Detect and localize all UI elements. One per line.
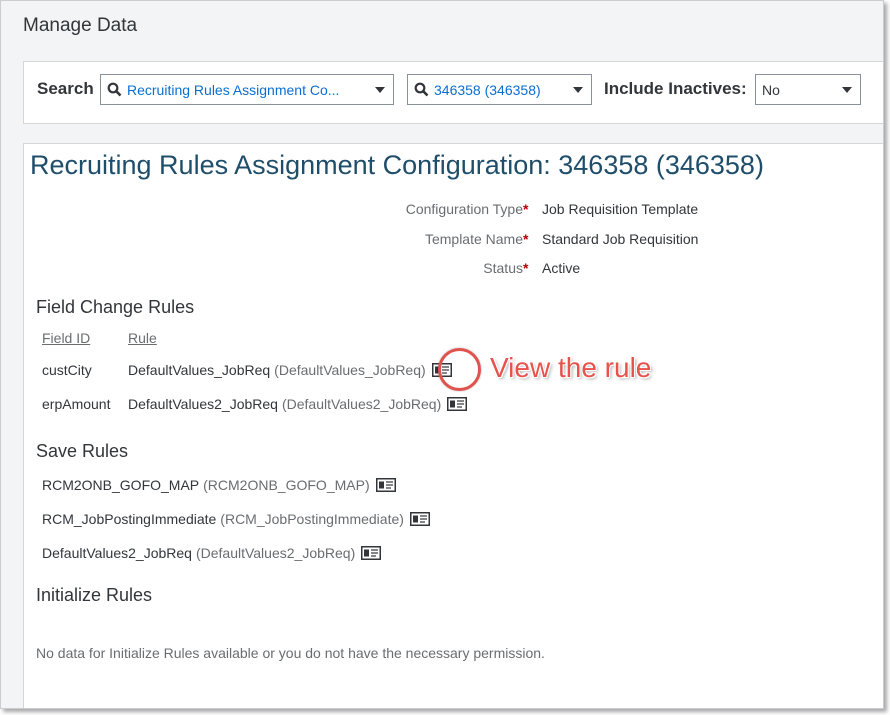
template-name-row: Template Name * Standard Job Requisition — [24, 231, 883, 253]
required-marker: * — [523, 231, 529, 247]
rule-name: DefaultValues2_JobReq — [42, 545, 192, 561]
save-rules-title: Save Rules — [36, 441, 129, 461]
rule-name: RCM_JobPostingImmediate — [42, 511, 217, 527]
search-label: Search — [37, 79, 94, 98]
field-id-cell: custCity — [42, 362, 92, 378]
field-change-rules-title: Field Change Rules — [36, 297, 195, 317]
template-name-value: Standard Job Requisition — [542, 231, 699, 247]
detail-card: Recruiting Rules Assignment Configuratio… — [23, 143, 883, 708]
object-search-value: Recruiting Rules Assignment Co... — [127, 81, 340, 98]
required-marker: * — [523, 260, 529, 276]
window-frame: Manage Data Search Recruiting Rules Assi… — [0, 0, 884, 709]
annotation-circle — [438, 348, 481, 391]
status-row: Status * Active — [24, 260, 883, 282]
rule-id: (DefaultValues2_JobReq) — [281, 396, 442, 412]
rule-name: RCM2ONB_GOFO_MAP — [42, 477, 200, 493]
config-type-row: Configuration Type * Job Requisition Tem… — [24, 201, 883, 223]
annotation-text: View the rule — [490, 352, 652, 383]
business-card-icon[interactable] — [361, 546, 382, 560]
object-search-combobox[interactable]: Recruiting Rules Assignment Co... — [100, 74, 394, 105]
record-search-combobox[interactable]: 346358 (346358) — [407, 74, 592, 105]
rule-name: DefaultValues_JobReq — [128, 362, 271, 378]
save-rule-item: DefaultValues2_JobReq (DefaultValues2_Jo… — [42, 542, 382, 564]
field-id-cell: erpAmount — [42, 396, 111, 412]
field-rule-cell: DefaultValues2_JobReq (DefaultValues2_Jo… — [128, 393, 468, 415]
include-inactives-label: Include Inactives: — [604, 79, 747, 98]
config-type-value: Job Requisition Template — [542, 201, 699, 217]
status-label: Status — [483, 260, 523, 276]
template-name-label: Template Name — [424, 231, 523, 247]
business-card-icon[interactable] — [409, 512, 430, 526]
business-card-icon[interactable] — [447, 397, 468, 411]
search-panel: Search Recruiting Rules Assignment Co...… — [23, 61, 883, 124]
rule-id: (DefaultValues2_JobReq) — [195, 545, 356, 561]
page-title: Recruiting Rules Assignment Configuratio… — [30, 150, 764, 180]
rule-id: (RCM2ONB_GOFO_MAP) — [203, 477, 370, 493]
field-rule-cell: DefaultValues_JobReq (DefaultValues_JobR… — [128, 359, 452, 381]
initialize-rules-title: Initialize Rules — [36, 585, 153, 605]
triangle-down-icon[interactable] — [565, 86, 591, 93]
rule-id: (RCM_JobPostingImmediate) — [220, 511, 404, 527]
rule-name: DefaultValues2_JobReq — [128, 396, 278, 412]
column-header-rule[interactable]: Rule — [128, 330, 157, 346]
include-inactives-value: No — [762, 81, 780, 98]
rule-id: (DefaultValues_JobReq) — [274, 362, 426, 378]
triangle-down-icon[interactable] — [834, 86, 860, 93]
app-title: Manage Data — [23, 15, 138, 36]
magnifier-icon — [101, 82, 127, 97]
business-card-icon[interactable] — [375, 478, 396, 492]
triangle-down-icon[interactable] — [367, 86, 393, 93]
column-header-field-id[interactable]: Field ID — [42, 330, 90, 346]
save-rule-item: RCM_JobPostingImmediate (RCM_JobPostingI… — [42, 508, 430, 530]
record-search-value: 346358 (346358) — [434, 81, 541, 98]
status-value: Active — [542, 260, 581, 276]
include-inactives-select[interactable]: No — [755, 74, 861, 105]
required-marker: * — [523, 201, 529, 217]
config-type-label: Configuration Type — [405, 201, 523, 217]
save-rule-item: RCM2ONB_GOFO_MAP (RCM2ONB_GOFO_MAP) — [42, 474, 396, 496]
initialize-rules-empty-message: No data for Initialize Rules available o… — [36, 645, 545, 661]
magnifier-icon — [408, 82, 434, 97]
